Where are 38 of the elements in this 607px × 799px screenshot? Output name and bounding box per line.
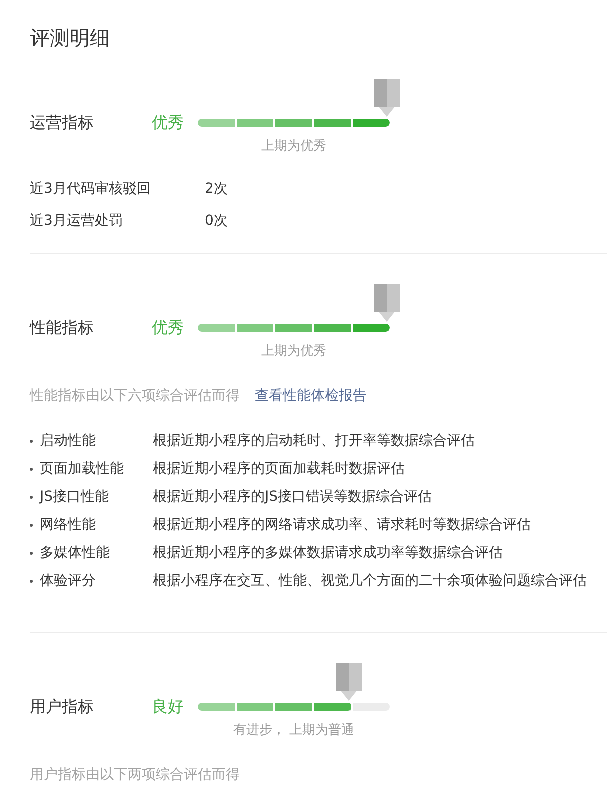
bullet-icon — [30, 440, 33, 442]
report-link[interactable]: 查看性能体检报告 — [255, 386, 367, 406]
metric-grade: 优秀 — [152, 317, 185, 339]
previous-period-note: 上期为优秀 — [262, 344, 326, 359]
previous-period-note: 上期为优秀 — [262, 139, 326, 154]
criterion-name: 多媒体性能 — [40, 544, 111, 563]
criterion-description: 根据近期小程序的启动耗时、打开率等数据综合评估 — [153, 432, 475, 451]
bullet-icon — [30, 580, 33, 582]
stat-label: 近3月运营处罚 — [30, 212, 124, 231]
criterion-name: 页面加载性能 — [40, 460, 125, 479]
pointer-marker-icon — [374, 284, 400, 322]
criterion-name: 网络性能 — [40, 516, 97, 535]
bullet-icon — [30, 468, 33, 470]
criterion-description: 根据小程序在交互、性能、视觉几个方面的二十余项体验问题综合评估 — [153, 572, 587, 591]
criterion-name: JS接口性能 — [40, 488, 110, 507]
criterion-description: 根据近期小程序的多媒体数据请求成功率等数据综合评估 — [153, 544, 503, 563]
metric-summary: 用户指标由以下两项综合评估而得 — [30, 766, 240, 785]
criterion-name: 启动性能 — [40, 432, 97, 451]
metric-grade: 良好 — [152, 696, 185, 718]
bullet-icon — [30, 496, 33, 498]
bullet-icon — [30, 524, 33, 526]
stat-value: 2次 — [205, 180, 228, 199]
bullet-icon — [30, 552, 33, 554]
criterion-description: 根据近期小程序的页面加载耗时数据评估 — [153, 460, 405, 479]
previous-period-note: 有进步， 上期为普通 — [233, 723, 355, 738]
metric-grade: 优秀 — [152, 112, 185, 134]
metric-label: 运营指标 — [30, 112, 95, 134]
metric-label: 性能指标 — [30, 317, 95, 339]
criterion-description: 根据近期小程序的网络请求成功率、请求耗时等数据综合评估 — [153, 516, 531, 535]
stat-label: 近3月代码审核驳回 — [30, 180, 152, 199]
metric-summary: 性能指标由以下六项综合评估而得 — [30, 387, 240, 406]
pointer-marker-icon — [336, 663, 362, 701]
criterion-description: 根据近期小程序的JS接口错误等数据综合评估 — [153, 488, 432, 507]
pointer-marker-icon — [374, 79, 400, 117]
stat-value: 0次 — [205, 212, 228, 231]
metric-label: 用户指标 — [30, 696, 95, 718]
criterion-name: 体验评分 — [40, 572, 97, 591]
page-title: 评测明细 — [30, 25, 110, 52]
